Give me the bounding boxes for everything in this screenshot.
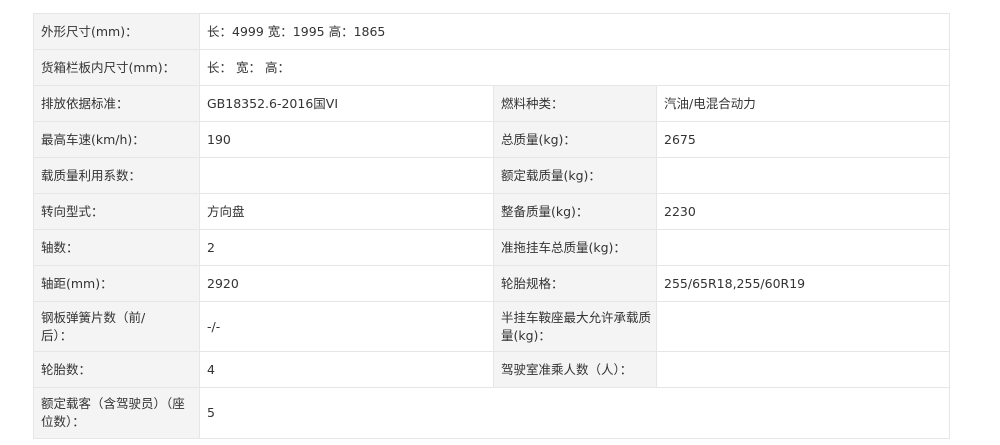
spec-value-steering-type: 方向盘 [199, 193, 494, 230]
spec-value-cargo-box-dimensions: 长： 宽： 高： [198, 49, 951, 86]
table-row: 外形尺寸(mm)： 长：4999 宽：1995 高：1865 [33, 13, 951, 50]
spec-label-tire-spec: 轮胎规格： [493, 265, 657, 302]
spec-label-wheelbase: 轴距(mm)： [33, 265, 200, 302]
table-row: 排放依据标准： GB18352.6-2016国VI 燃料种类： 汽油/电混合动力 [33, 85, 951, 122]
spec-value-cab-capacity [655, 351, 951, 388]
spec-value-fuel-type: 汽油/电混合动力 [655, 85, 951, 122]
spec-value-max-speed: 190 [199, 121, 494, 158]
spec-label-axle-count: 轴数： [33, 229, 200, 266]
spec-value-rated-passengers: 5 [198, 387, 951, 439]
spec-label-saddle-load: 半挂车鞍座最大允许承载质量(kg)： [493, 301, 657, 352]
table-row: 最高车速(km/h)： 190 总质量(kg)： 2675 [33, 121, 951, 158]
spec-label-saddle-load-text: 半挂车鞍座最大允许承载质量(kg)： [501, 309, 652, 343]
spec-label-max-speed: 最高车速(km/h)： [33, 121, 200, 158]
spec-value-emission-standard: GB18352.6-2016国VI [199, 85, 494, 122]
spec-label-emission-standard: 排放依据标准： [33, 85, 200, 122]
spec-label-curb-mass: 整备质量(kg)： [493, 193, 657, 230]
table-row: 货箱栏板内尺寸(mm)： 长： 宽： 高： [33, 49, 951, 86]
spec-value-curb-mass: 2230 [655, 193, 951, 230]
table-row: 轮胎数： 4 驾驶室准乘人数（人）： [33, 351, 951, 388]
spec-label-rated-passengers-text: 额定载客（含驾驶员）（座位数）： [41, 396, 185, 429]
spec-label-load-utilization: 载质量利用系数： [33, 157, 200, 194]
spec-label-leaf-springs: 钢板弹簧片数（前/后）： [33, 301, 200, 352]
vehicle-spec-table: 外形尺寸(mm)： 长：4999 宽：1995 高：1865 货箱栏板内尺寸(m… [33, 13, 951, 439]
spec-value-axle-count: 2 [199, 229, 494, 266]
spec-label-gross-mass: 总质量(kg)： [493, 121, 657, 158]
spec-value-dimensions: 长：4999 宽：1995 高：1865 [198, 13, 951, 50]
spec-label-dimensions: 外形尺寸(mm)： [33, 13, 200, 50]
spec-value-leaf-springs: -/- [199, 301, 494, 352]
table-row: 钢板弹簧片数（前/后）： -/- 半挂车鞍座最大允许承载质量(kg)： [33, 301, 951, 352]
spec-value-gross-mass: 2675 [655, 121, 951, 158]
spec-label-rated-load: 额定载质量(kg)： [493, 157, 657, 194]
spec-label-steering-type: 转向型式： [33, 193, 200, 230]
spec-label-cab-capacity: 驾驶室准乘人数（人）： [493, 351, 657, 388]
table-row: 额定载客（含驾驶员）（座位数）： 5 [33, 387, 951, 439]
spec-label-trailer-mass: 准拖挂车总质量(kg)： [493, 229, 657, 266]
spec-value-load-utilization [199, 157, 494, 194]
spec-value-saddle-load [655, 301, 951, 352]
spec-label-rated-passengers: 额定载客（含驾驶员）（座位数）： [33, 387, 200, 439]
spec-value-trailer-mass [655, 229, 951, 266]
spec-label-fuel-type: 燃料种类： [493, 85, 657, 122]
spec-label-tire-count: 轮胎数： [33, 351, 200, 388]
table-row: 转向型式： 方向盘 整备质量(kg)： 2230 [33, 193, 951, 230]
spec-value-rated-load [655, 157, 951, 194]
table-row: 轴距(mm)： 2920 轮胎规格： 255/65R18,255/60R19 [33, 265, 951, 302]
spec-value-tire-spec: 255/65R18,255/60R19 [655, 265, 951, 302]
spec-value-tire-count: 4 [199, 351, 494, 388]
table-row: 轴数： 2 准拖挂车总质量(kg)： [33, 229, 951, 266]
spec-value-wheelbase: 2920 [199, 265, 494, 302]
spec-label-cargo-box-dimensions: 货箱栏板内尺寸(mm)： [33, 49, 200, 86]
table-row: 载质量利用系数： 额定载质量(kg)： [33, 157, 951, 194]
spec-label-leaf-springs-text: 钢板弹簧片数（前/后）： [41, 309, 146, 343]
